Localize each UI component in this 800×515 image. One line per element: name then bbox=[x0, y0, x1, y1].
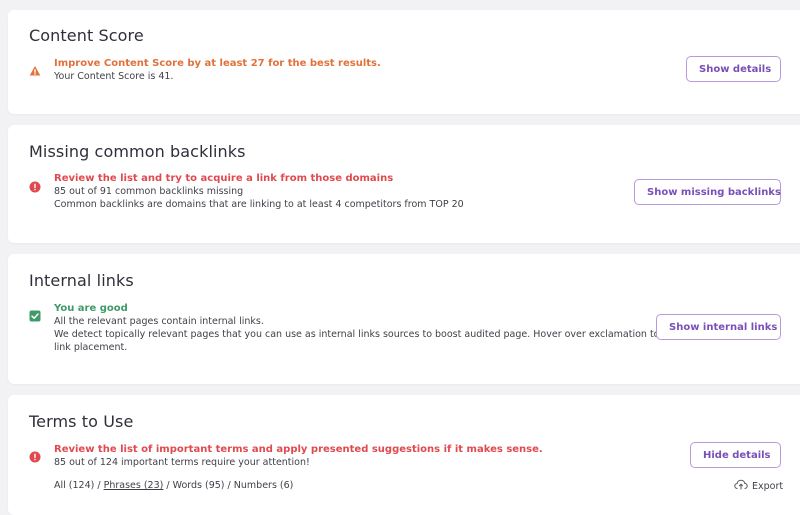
message-title: Review the list and try to acquire a lin… bbox=[54, 173, 394, 184]
check-square-icon bbox=[29, 307, 41, 322]
filter-all[interactable]: All (124) bbox=[54, 480, 94, 491]
message-line: All the relevant pages contain internal … bbox=[54, 316, 264, 327]
error-circle-icon bbox=[29, 178, 41, 193]
backlinks-message: Review the list and try to acquire a lin… bbox=[54, 172, 464, 211]
message-title: Improve Content Score by at least 27 for… bbox=[54, 58, 381, 69]
internal-links-message: You are good All the relevant pages cont… bbox=[54, 302, 723, 354]
terms-message: Review the list of important terms and a… bbox=[54, 443, 543, 469]
filter-separator: / bbox=[97, 480, 101, 491]
show-details-button[interactable]: Show details bbox=[686, 56, 781, 82]
show-missing-backlinks-button[interactable]: Show missing backlinks bbox=[634, 179, 781, 205]
cloud-upload-icon bbox=[734, 479, 748, 493]
card-title: Terms to Use bbox=[29, 412, 134, 431]
missing-backlinks-card: Missing common backlinks Review the list… bbox=[8, 125, 800, 243]
term-filters: All (124) / Phrases (23) / Words (95) / … bbox=[54, 480, 293, 491]
filter-phrases[interactable]: Phrases (23) bbox=[104, 480, 164, 491]
filter-numbers[interactable]: Numbers (6) bbox=[234, 480, 294, 491]
message-line: Common backlinks are domains that are li… bbox=[54, 199, 464, 210]
export-label: Export bbox=[752, 480, 784, 492]
card-title: Content Score bbox=[29, 26, 144, 45]
internal-links-card: Internal links You are good All the rele… bbox=[8, 254, 800, 384]
card-title: Missing common backlinks bbox=[29, 142, 246, 161]
terms-card: Terms to Use Review the list of importan… bbox=[8, 395, 800, 515]
export-button[interactable]: Export bbox=[734, 479, 783, 493]
message-title: Review the list of important terms and a… bbox=[54, 444, 543, 455]
message-line: link placement. bbox=[54, 342, 128, 353]
message-line: 85 out of 91 common backlinks missing bbox=[54, 186, 244, 197]
warning-triangle-icon bbox=[29, 62, 41, 76]
hide-details-button[interactable]: Hide details bbox=[690, 442, 781, 468]
card-title: Internal links bbox=[29, 271, 134, 290]
message-line: 85 out of 124 important terms require yo… bbox=[54, 457, 310, 468]
error-circle-icon bbox=[29, 448, 41, 463]
message-line: Your Content Score is 41. bbox=[54, 71, 174, 82]
message-title: You are good bbox=[54, 303, 128, 314]
filter-separator: / bbox=[227, 480, 231, 491]
filter-separator: / bbox=[166, 480, 170, 491]
show-internal-links-button[interactable]: Show internal links bbox=[656, 314, 781, 340]
message-line: We detect topically relevant pages that … bbox=[54, 329, 723, 340]
content-score-message: Improve Content Score by at least 27 for… bbox=[54, 57, 381, 83]
filter-words[interactable]: Words (95) bbox=[173, 480, 225, 491]
content-score-card: Content Score Improve Content Score by a… bbox=[8, 10, 800, 114]
